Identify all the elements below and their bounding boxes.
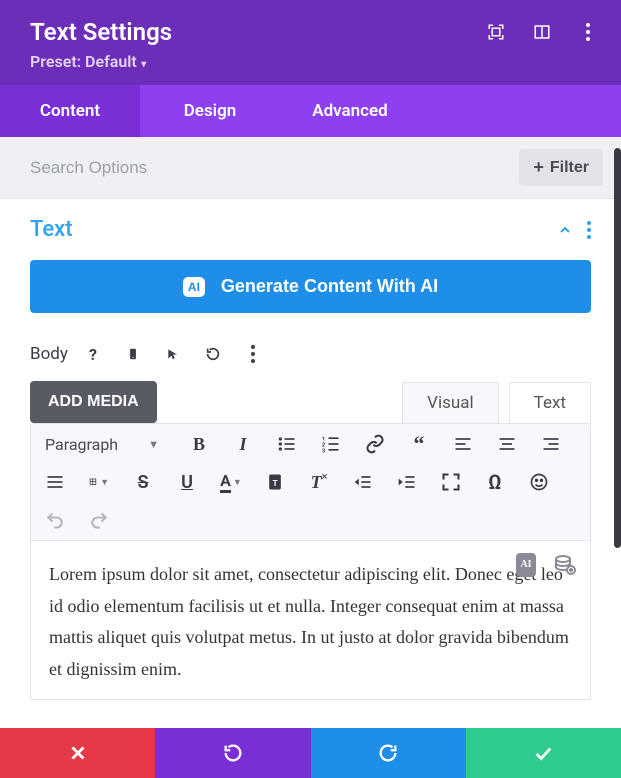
- ai-inline-icon[interactable]: AI: [514, 553, 538, 577]
- save-button[interactable]: [466, 728, 621, 778]
- ai-badge-icon: AI: [183, 277, 205, 297]
- numbered-list-icon[interactable]: 123: [321, 434, 341, 454]
- panel-title: Text Settings: [30, 18, 172, 46]
- device-icon[interactable]: [118, 339, 148, 369]
- emoji-icon[interactable]: [529, 472, 549, 492]
- clear-formatting-icon[interactable]: T×: [309, 472, 329, 492]
- content-editable[interactable]: AI Lorem ipsum dolor sit amet, consectet…: [31, 541, 590, 699]
- redo-global-button[interactable]: [311, 728, 466, 778]
- bottom-action-bar: [0, 728, 621, 778]
- italic-icon[interactable]: I: [233, 434, 253, 454]
- fullscreen-icon[interactable]: [441, 472, 461, 492]
- undo-icon[interactable]: [45, 510, 65, 530]
- dynamic-content-icon[interactable]: [552, 553, 576, 577]
- section-more-icon[interactable]: [587, 221, 591, 239]
- tab-advanced[interactable]: Advanced: [280, 85, 420, 137]
- filter-button[interactable]: + Filter: [519, 149, 603, 186]
- tab-design[interactable]: Design: [140, 85, 280, 137]
- svg-text:3: 3: [322, 448, 326, 454]
- tab-content[interactable]: Content: [0, 85, 140, 137]
- search-bar: + Filter: [0, 137, 621, 199]
- field-more-icon[interactable]: [238, 339, 268, 369]
- preset-dropdown[interactable]: Preset: Default ▾: [30, 52, 597, 71]
- panel-header: Text Settings Preset: Default ▾: [0, 0, 621, 85]
- collapse-icon[interactable]: [557, 222, 573, 238]
- underline-icon[interactable]: U: [177, 472, 197, 492]
- link-icon[interactable]: [365, 434, 385, 454]
- special-char-icon[interactable]: Ω: [485, 472, 505, 492]
- align-right-icon[interactable]: [541, 434, 561, 454]
- search-input[interactable]: [30, 158, 519, 178]
- outdent-icon[interactable]: [353, 472, 373, 492]
- quote-icon[interactable]: “: [409, 434, 429, 454]
- cancel-button[interactable]: [0, 728, 155, 778]
- caret-down-icon: ▾: [139, 59, 147, 70]
- more-icon[interactable]: [579, 23, 597, 41]
- editor-tab-visual[interactable]: Visual: [402, 382, 498, 423]
- add-media-button[interactable]: ADD MEDIA: [30, 381, 157, 423]
- main-tabs: Content Design Advanced: [0, 85, 621, 137]
- paste-text-icon[interactable]: T: [265, 472, 285, 492]
- undo-global-button[interactable]: [155, 728, 310, 778]
- editor-tab-text[interactable]: Text: [509, 382, 591, 423]
- plus-icon: +: [533, 157, 544, 178]
- align-left-icon[interactable]: [453, 434, 473, 454]
- align-center-icon[interactable]: [497, 434, 517, 454]
- body-area: Text AI Generate Content With AI Body ?: [0, 199, 621, 778]
- indent-icon[interactable]: [397, 472, 417, 492]
- strikethrough-icon[interactable]: S: [133, 472, 153, 492]
- section-title: Text: [30, 217, 73, 242]
- bullet-list-icon[interactable]: [277, 434, 297, 454]
- expand-icon[interactable]: [487, 23, 505, 41]
- help-icon[interactable]: ?: [78, 339, 108, 369]
- redo-icon[interactable]: [89, 510, 109, 530]
- format-select[interactable]: Paragraph ▼: [45, 435, 165, 454]
- editor-toolbar: Paragraph ▼ B I 123 “ ▼ S U A▼ T T×: [31, 424, 590, 541]
- preset-label: Preset: Default: [30, 52, 137, 71]
- generate-ai-button[interactable]: AI Generate Content With AI: [30, 260, 591, 313]
- generate-ai-label: Generate Content With AI: [221, 276, 438, 297]
- text-color-icon[interactable]: A▼: [221, 472, 241, 492]
- caret-down-icon: ▼: [148, 438, 159, 451]
- scrollbar[interactable]: [614, 148, 621, 548]
- rich-text-editor: Paragraph ▼ B I 123 “ ▼ S U A▼ T T×: [30, 423, 591, 700]
- bold-icon[interactable]: B: [189, 434, 209, 454]
- split-view-icon[interactable]: [533, 23, 551, 41]
- hover-icon[interactable]: [158, 339, 188, 369]
- format-select-label: Paragraph: [45, 435, 118, 454]
- filter-label: Filter: [550, 159, 589, 177]
- svg-text:T: T: [273, 479, 278, 489]
- table-icon[interactable]: ▼: [89, 472, 109, 492]
- reset-icon[interactable]: [198, 339, 228, 369]
- content-text: Lorem ipsum dolor sit amet, consectetur …: [49, 564, 569, 679]
- align-justify-icon[interactable]: [45, 472, 65, 492]
- body-label: Body: [30, 344, 68, 364]
